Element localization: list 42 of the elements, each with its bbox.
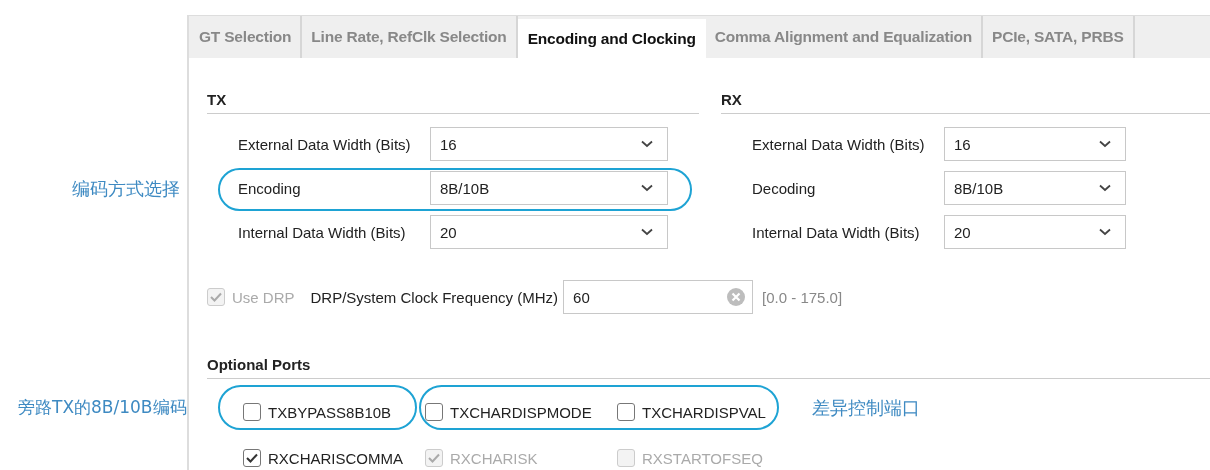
- dropdown[interactable]: 8B/10B: [944, 171, 1126, 205]
- chevron-down-icon: [641, 184, 653, 192]
- field-label: Decoding: [752, 179, 817, 197]
- checkbox-label: TXCHARDISPVAL: [642, 403, 766, 421]
- checkbox[interactable]: [243, 403, 261, 421]
- field-label: External Data Width (Bits): [238, 135, 412, 153]
- field-label: Encoding: [238, 179, 302, 197]
- dropdown[interactable]: 20: [430, 215, 668, 249]
- chevron-down-icon: [641, 140, 653, 148]
- section-title: RX: [721, 91, 1210, 114]
- section-title: Optional Ports: [207, 356, 1210, 379]
- checkmark-icon: [246, 453, 258, 463]
- checkbox-label: TXBYPASS8B10B: [268, 403, 392, 421]
- field-label: Internal Data Width (Bits): [238, 223, 407, 241]
- annotation-text: 旁路TX的8B/10B编码: [18, 396, 187, 419]
- checkbox-label: RXCHARISCOMMA: [268, 449, 403, 467]
- chevron-down-icon: [641, 228, 653, 236]
- annotation-text: 编码方式选择: [72, 177, 180, 201]
- annotation-text: 差异控制端口: [812, 396, 920, 420]
- checkbox-label: TXCHARDISPMODE: [450, 403, 592, 421]
- range-hint: [0.0 - 175.0]: [762, 288, 843, 306]
- frequency-input[interactable]: 60: [563, 280, 754, 314]
- dropdown[interactable]: 16: [944, 127, 1126, 161]
- checkbox-label: RXSTARTOFSEQ: [642, 449, 763, 467]
- checkmark-icon: [428, 453, 440, 463]
- checkbox-label: RXCHARISK: [450, 449, 538, 467]
- chevron-down-icon: [1099, 184, 1111, 192]
- checkbox[interactable]: [425, 403, 443, 421]
- checkbox[interactable]: [617, 403, 635, 421]
- checkbox[interactable]: [243, 449, 261, 467]
- checkmark-icon: [210, 292, 222, 302]
- chevron-down-icon: [1099, 140, 1111, 148]
- section-title: TX: [207, 91, 699, 114]
- field-label: DRP/System Clock Frequency (MHz): [310, 288, 559, 306]
- tab[interactable]: Encoding and Clocking: [517, 19, 706, 58]
- dropdown[interactable]: 20: [944, 215, 1126, 249]
- field-label: Internal Data Width (Bits): [752, 223, 921, 241]
- chevron-down-icon: [1099, 228, 1111, 236]
- field-label: External Data Width (Bits): [752, 135, 926, 153]
- checkbox-label: Use DRP: [232, 288, 295, 306]
- dropdown[interactable]: 8B/10B: [430, 171, 668, 205]
- dropdown[interactable]: 16: [430, 127, 668, 161]
